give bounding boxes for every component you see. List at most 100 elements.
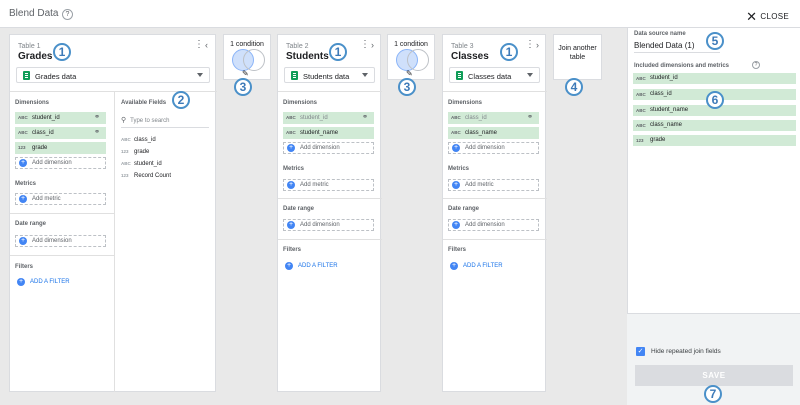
plus-icon: +: [287, 144, 295, 152]
text-type-icon: ABC: [121, 137, 131, 142]
field-label: class_id: [134, 137, 156, 143]
save-button[interactable]: SAVE: [635, 365, 793, 386]
edit-icon[interactable]: ✎: [406, 69, 413, 78]
table-3-add-metric[interactable]: + Add metric: [448, 179, 539, 191]
plus-icon: +: [285, 262, 293, 270]
table-3-name[interactable]: Classes: [451, 51, 489, 62]
number-type-icon: 123: [121, 173, 129, 178]
available-field[interactable]: ABC student_id: [121, 161, 162, 167]
data-source-name-label: Data source name: [634, 31, 686, 37]
annotation-badge: 4: [565, 78, 583, 96]
plus-icon: +: [19, 195, 27, 203]
add-date-label: Add dimension: [465, 222, 505, 228]
table-2-add-dimension[interactable]: + Add dimension: [283, 142, 374, 154]
table-1-name[interactable]: Grades: [18, 51, 52, 62]
edit-icon[interactable]: ✎: [242, 69, 249, 78]
table-2-name[interactable]: Students: [286, 51, 329, 62]
table-2-dimension-chip[interactable]: ABC student_name: [283, 127, 374, 139]
table-1-label: Table 1: [18, 43, 41, 50]
field-label: grade: [134, 149, 150, 155]
plus-icon: +: [19, 159, 27, 167]
table-2-expand-icon[interactable]: ›: [371, 40, 374, 50]
available-field[interactable]: 123 grade: [121, 149, 149, 155]
table-1-dimension-chip[interactable]: 123 grade: [15, 142, 106, 154]
table-3-source-select[interactable]: Classes data: [449, 67, 540, 83]
table-3-dimension-chip[interactable]: ABC class_name: [448, 127, 539, 139]
chip-label: class_name: [650, 122, 683, 128]
search-icon: ⚲: [121, 117, 127, 124]
available-field[interactable]: ABC class_id: [121, 137, 156, 143]
plus-icon: +: [452, 221, 460, 229]
table-2-source-select[interactable]: Students data: [284, 67, 375, 83]
chevron-down-icon: [362, 73, 368, 77]
sheets-icon: [23, 71, 30, 80]
table-1-add-date[interactable]: + Add dimension: [15, 235, 106, 247]
table-3-add-date[interactable]: + Add dimension: [448, 219, 539, 231]
table-1-add-metric[interactable]: + Add metric: [15, 193, 106, 205]
join-another-line1: Join another: [558, 45, 597, 52]
hide-repeated-checkbox[interactable]: ✓: [636, 347, 645, 356]
blend-canvas: Table 1 Grades ⋮ ‹ Grades data Dimension…: [0, 28, 627, 405]
chevron-down-icon: [197, 73, 203, 77]
included-field-chip[interactable]: 123 grade: [633, 135, 796, 146]
text-type-icon: ABC: [636, 108, 646, 113]
table-1-add-dimension[interactable]: + Add dimension: [15, 157, 106, 169]
text-type-icon: ABC: [18, 130, 28, 135]
text-type-icon: ABC: [451, 115, 461, 120]
annotation-badge: 3: [398, 78, 416, 96]
chip-label: class_id: [32, 130, 54, 136]
close-button[interactable]: ✕ CLOSE: [746, 9, 789, 25]
add-metric-label: Add metric: [465, 182, 494, 188]
table-1-date-range-label: Date range: [15, 221, 47, 227]
plus-icon: +: [450, 262, 458, 270]
included-field-chip[interactable]: ABC class_name: [633, 120, 796, 131]
table-3-menu-icon[interactable]: ⋮: [525, 39, 535, 50]
table-1-menu-icon[interactable]: ⋮: [194, 39, 204, 50]
table-2-menu-icon[interactable]: ⋮: [360, 39, 370, 50]
chip-label: grade: [650, 137, 666, 143]
field-search-input[interactable]: ⚲ Type to search: [121, 116, 209, 128]
table-1-dimension-chip[interactable]: ABC class_id ⚭: [15, 127, 106, 139]
table-3-dimension-chip[interactable]: ABC class_id ⚭: [448, 112, 539, 124]
section-divider: [10, 255, 114, 256]
annotation-badge: 3: [234, 78, 252, 96]
chip-label: student_id: [300, 115, 328, 121]
chip-label: class_id: [465, 115, 487, 121]
plus-icon: +: [287, 181, 295, 189]
join-condition-1[interactable]: 1 condition ✎: [223, 34, 271, 80]
table-2-dimension-chip[interactable]: ABC student_id ⚭: [283, 112, 374, 124]
table-2-label: Table 2: [286, 43, 309, 50]
join-right-circle: [407, 49, 429, 71]
included-field-chip[interactable]: ABC student_id: [633, 73, 796, 84]
table-2-add-metric[interactable]: + Add metric: [283, 179, 374, 191]
table-1-source-select[interactable]: Grades data: [16, 67, 210, 83]
number-type-icon: 123: [121, 149, 129, 154]
chip-label: student_name: [300, 130, 339, 136]
section-divider: [10, 213, 114, 214]
add-date-label: Add dimension: [300, 222, 340, 228]
plus-icon: +: [19, 237, 27, 245]
table-2-date-range-label: Date range: [283, 206, 315, 212]
join-another-table-button[interactable]: Join another table: [553, 34, 602, 80]
table-2-add-date[interactable]: + Add dimension: [283, 219, 374, 231]
join-another-line2: table: [569, 54, 586, 61]
available-field[interactable]: 123 Record Count: [121, 173, 171, 179]
table-3-add-dimension[interactable]: + Add dimension: [448, 142, 539, 154]
table-1-collapse-icon[interactable]: ‹: [205, 40, 208, 50]
add-dimension-label: Add dimension: [465, 145, 505, 151]
info-icon[interactable]: ?: [752, 61, 760, 69]
help-icon[interactable]: ?: [62, 9, 73, 20]
table-3-date-range-label: Date range: [448, 206, 480, 212]
link-icon: ⚭: [527, 114, 533, 121]
section-divider: [278, 239, 382, 240]
table-3-expand-icon[interactable]: ›: [536, 40, 539, 50]
save-section: ✓ Hide repeated join fields SAVE 7: [627, 313, 800, 405]
annotation-badge: 5: [706, 32, 724, 50]
text-type-icon: ABC: [636, 92, 646, 97]
table-1-dimension-chip[interactable]: ABC student_id ⚭: [15, 112, 106, 124]
included-fields-label: Included dimensions and metrics: [634, 63, 730, 69]
annotation-badge: 2: [172, 91, 190, 109]
link-icon: ⚭: [94, 114, 100, 121]
join-condition-2[interactable]: 1 condition ✎: [387, 34, 435, 80]
add-filter-label: ADD A FILTER: [463, 263, 503, 269]
